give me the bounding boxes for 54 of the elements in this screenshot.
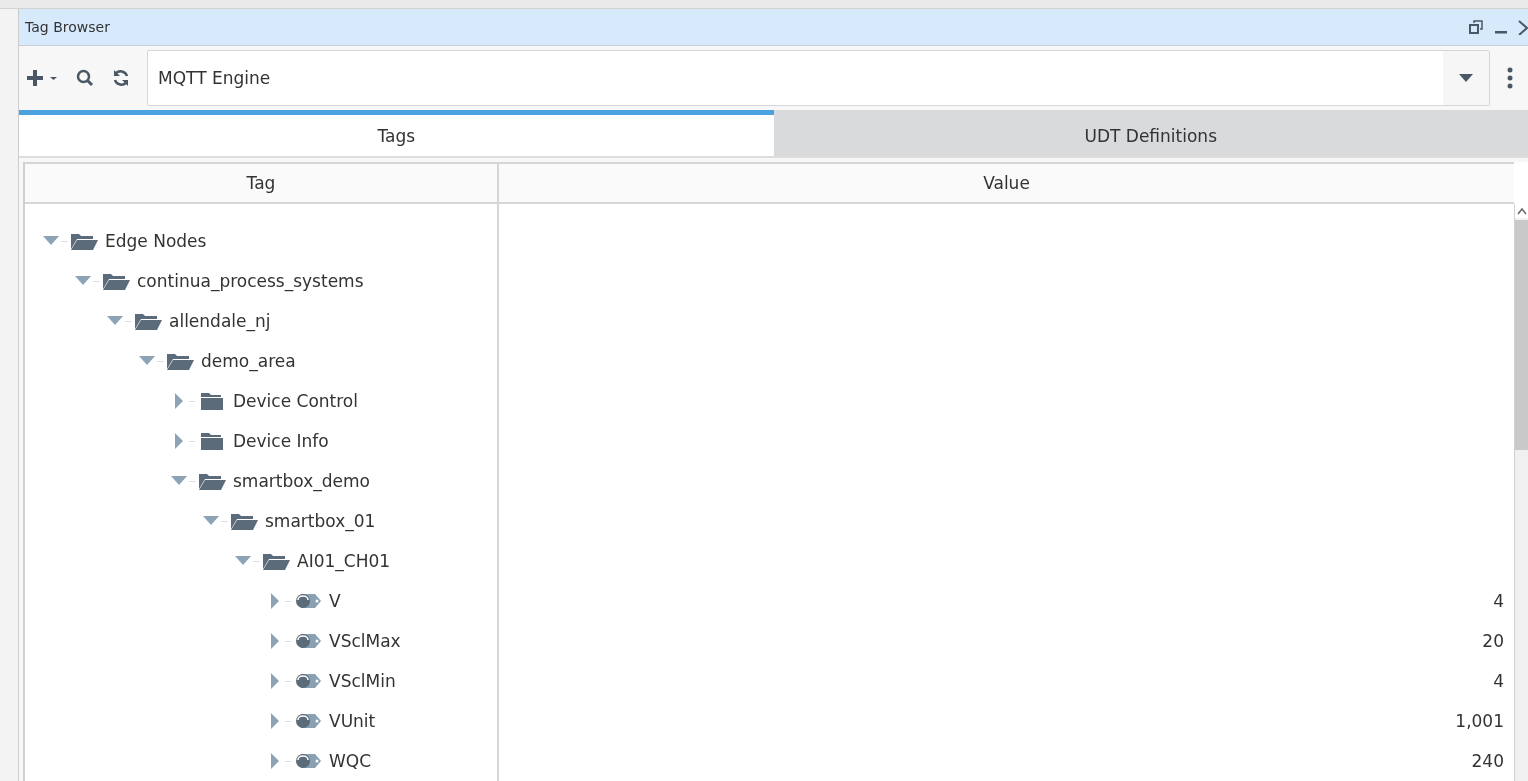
tree-item[interactable]: VUnit: [329, 711, 376, 731]
value-text: 4: [1493, 591, 1504, 611]
tree-item[interactable]: VSclMax: [329, 631, 401, 651]
tree-item[interactable]: continua_process_systems: [137, 271, 364, 291]
tree-item[interactable]: demo_area: [201, 351, 296, 371]
collapse-arrow-icon[interactable]: [171, 476, 187, 486]
tree-item[interactable]: Device Info: [233, 431, 329, 451]
collapse-arrow-icon[interactable]: [203, 516, 219, 526]
collapse-arrow-icon[interactable]: [75, 276, 91, 286]
open-folder-icon: [261, 551, 291, 571]
open-folder-icon: [197, 471, 227, 491]
tag-icon: [293, 591, 323, 611]
collapse-arrow-icon[interactable]: [43, 236, 59, 246]
tag-icon: [293, 631, 323, 651]
open-folder-icon: [229, 511, 259, 531]
open-folder-icon: [101, 271, 131, 291]
tree-item[interactable]: V: [329, 591, 341, 611]
tab[interactable]: UDT Definitions: [773, 110, 1528, 156]
open-folder-icon: [133, 311, 163, 331]
tree-item[interactable]: allendale_nj: [169, 311, 271, 331]
value-text: 4: [1493, 671, 1504, 691]
caret-icon: [1459, 73, 1473, 83]
tree-item[interactable]: Device Control: [233, 391, 358, 411]
tab[interactable]: Tags: [19, 110, 774, 156]
open-folder-icon: [69, 231, 99, 251]
scroll-thumb[interactable]: [1515, 220, 1528, 450]
tag-icon: [293, 671, 323, 691]
tree-item[interactable]: smartbox_01: [265, 511, 376, 531]
tree-item[interactable]: Edge Nodes: [105, 231, 207, 251]
add-button[interactable]: [25, 68, 59, 88]
value-text: 20: [1482, 631, 1504, 651]
search-icon[interactable]: [75, 68, 95, 88]
value-text: 1,001: [1455, 711, 1504, 731]
window-title: Tag Browser: [24, 19, 110, 35]
refresh-icon[interactable]: [111, 68, 131, 88]
scroll-up-button[interactable]: [1515, 204, 1528, 218]
collapse-arrow-icon[interactable]: [107, 316, 123, 326]
open-folder-icon: [165, 351, 195, 371]
provider-dropdown[interactable]: MQTT Engine: [147, 50, 1490, 106]
tree-item[interactable]: smartbox_demo: [233, 471, 370, 491]
scrollbar[interactable]: [1514, 204, 1528, 781]
tag-icon: [293, 751, 323, 771]
collapse-arrow-icon[interactable]: [235, 556, 251, 566]
restore-icon[interactable]: [1468, 19, 1484, 35]
value-text: 240: [1471, 751, 1504, 771]
tag-icon: [293, 711, 323, 731]
tree-item[interactable]: WQC: [329, 751, 372, 771]
tree-item[interactable]: VSclMin: [329, 671, 396, 691]
column-header[interactable]: Value: [499, 164, 1514, 202]
close-icon[interactable]: [1518, 19, 1528, 35]
column-header[interactable]: Tag: [25, 164, 499, 202]
collapse-arrow-icon[interactable]: [139, 356, 155, 366]
menu-icon[interactable]: [1506, 67, 1514, 89]
tree-item[interactable]: AI01_CH01: [297, 551, 391, 571]
